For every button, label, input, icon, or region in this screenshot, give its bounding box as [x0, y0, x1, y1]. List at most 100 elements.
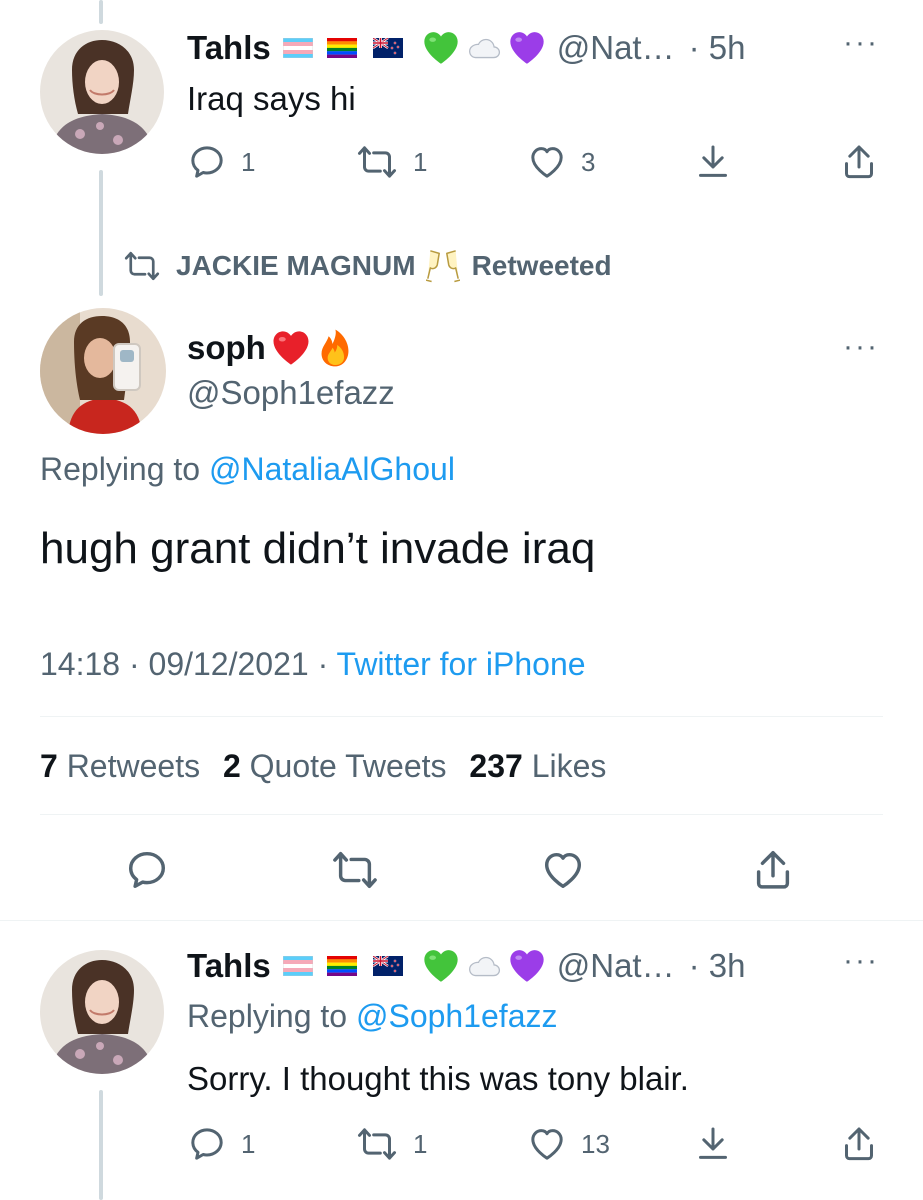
avatar[interactable] [40, 950, 164, 1074]
reply-actions: 1 1 13 [187, 1122, 883, 1166]
reply-icon [187, 1124, 227, 1164]
share-button[interactable] [839, 1124, 879, 1164]
reply-header: Tahls @Nat… · 3h [187, 944, 877, 988]
timestamp[interactable]: · 5h [689, 29, 746, 67]
timestamp[interactable]: 14:18 · 09/12/2021 · [40, 646, 337, 682]
purple-heart-icon [507, 946, 547, 986]
divider [40, 716, 883, 717]
display-name[interactable]: Tahls [187, 947, 271, 985]
avatar[interactable] [40, 308, 166, 434]
reply-button[interactable]: 1 [187, 142, 255, 182]
divider [40, 814, 883, 815]
like-count: 3 [581, 146, 596, 177]
nz-flag-icon [373, 38, 403, 58]
display-name[interactable]: Tahls [187, 29, 271, 67]
handle[interactable]: @Nat… [557, 29, 675, 67]
like-button[interactable] [540, 847, 586, 893]
more-icon[interactable]: ··· [843, 26, 879, 60]
reply-button[interactable] [124, 847, 170, 893]
replying-to: Replying to @NataliaAlGhoul [40, 451, 455, 488]
handle[interactable]: @Nat… [557, 947, 675, 985]
reply-icon [124, 847, 170, 893]
share-button[interactable] [750, 847, 796, 893]
retweet-icon [355, 142, 399, 182]
download-button[interactable] [693, 142, 733, 182]
tweet-stats: 7 Retweets 2 Quote Tweets 237 Likes [40, 748, 606, 785]
green-heart-icon [421, 28, 461, 68]
trans-flag-icon [283, 956, 313, 976]
retweeter-name[interactable]: JACKIE MAGNUM [176, 250, 416, 282]
thread-line-bottom [99, 1090, 103, 1200]
retweet-icon [355, 1124, 399, 1164]
tweet-text: Iraq says hi [187, 80, 356, 117]
tweet-meta: 14:18 · 09/12/2021 · Twitter for iPhone [40, 646, 586, 683]
quotes-count: 2 [222, 748, 241, 784]
trans-flag-icon [283, 38, 313, 58]
likes-stat[interactable]: 237 Likes [469, 748, 606, 784]
retweet-icon [329, 847, 381, 893]
like-button[interactable]: 3 [527, 142, 595, 182]
replying-prefix: Replying to [40, 451, 209, 487]
cloud-icon [467, 36, 501, 60]
retweet-button[interactable] [329, 847, 381, 893]
cloud-icon [467, 954, 501, 978]
retweeted-label: Retweeted [471, 250, 612, 281]
share-button[interactable] [839, 142, 879, 182]
replying-to: Replying to @Soph1efazz [187, 998, 557, 1035]
tweet1-actions: 1 1 3 [187, 140, 883, 184]
more-icon[interactable]: ··· [843, 330, 879, 364]
retweet-banner: JACKIE MAGNUM Retweeted [120, 246, 612, 286]
quotes-stat[interactable]: 2 Quote Tweets [223, 748, 455, 784]
replying-to-link[interactable]: @NataliaAlGhoul [209, 451, 455, 487]
likes-count: 237 [469, 748, 523, 784]
retweet-button[interactable]: 1 [355, 1124, 427, 1164]
main-author: soph [187, 326, 352, 370]
like-button[interactable]: 13 [527, 1124, 610, 1164]
avatar[interactable] [40, 30, 164, 154]
divider [0, 920, 923, 921]
share-icon [839, 142, 879, 182]
tweet-text: Sorry. I thought this was tony blair. [187, 1060, 689, 1097]
retweet-count: 1 [413, 1128, 428, 1159]
retweet-icon [120, 248, 164, 284]
download-button[interactable] [693, 1124, 733, 1164]
retweets-count: 7 [40, 748, 58, 784]
handle[interactable]: @Soph1efazz [187, 374, 395, 412]
heart-icon [527, 142, 567, 182]
timestamp[interactable]: · 3h [689, 947, 746, 985]
green-heart-icon [421, 946, 461, 986]
source-link[interactable]: Twitter for iPhone [337, 646, 586, 682]
reply-icon [187, 142, 227, 182]
replying-to-link[interactable]: @Soph1efazz [356, 998, 558, 1034]
nz-flag-icon [373, 956, 403, 976]
heart-icon [540, 847, 586, 893]
rainbow-flag-icon [327, 956, 357, 976]
champagne-icon [426, 247, 460, 285]
share-icon [750, 847, 796, 893]
main-actions [0, 844, 923, 896]
reply-count: 1 [241, 146, 256, 177]
fire-icon [318, 328, 352, 368]
tweet-text: hugh grant didn’t invade iraq [40, 524, 596, 573]
retweet-count: 1 [413, 146, 428, 177]
retweet-button[interactable]: 1 [355, 142, 427, 182]
reply-count: 1 [241, 1128, 256, 1159]
reply-button[interactable]: 1 [187, 1124, 255, 1164]
share-icon [839, 1124, 879, 1164]
retweets-stat[interactable]: 7 Retweets [40, 748, 209, 784]
thread-line-top [99, 0, 103, 24]
more-icon[interactable]: ··· [843, 944, 879, 978]
retweets-label: Retweets [66, 748, 201, 784]
tweet1-header: Tahls @Nat… · 5h [187, 26, 877, 70]
download-icon [693, 142, 733, 182]
rainbow-flag-icon [327, 38, 357, 58]
download-icon [693, 1124, 733, 1164]
replying-prefix: Replying to [187, 998, 356, 1034]
like-count: 13 [581, 1128, 610, 1159]
purple-heart-icon [507, 28, 547, 68]
quotes-label: Quote Tweets [249, 748, 447, 784]
red-heart-icon [270, 327, 312, 369]
likes-label: Likes [531, 748, 607, 784]
display-name[interactable]: soph [187, 329, 266, 367]
heart-icon [527, 1124, 567, 1164]
